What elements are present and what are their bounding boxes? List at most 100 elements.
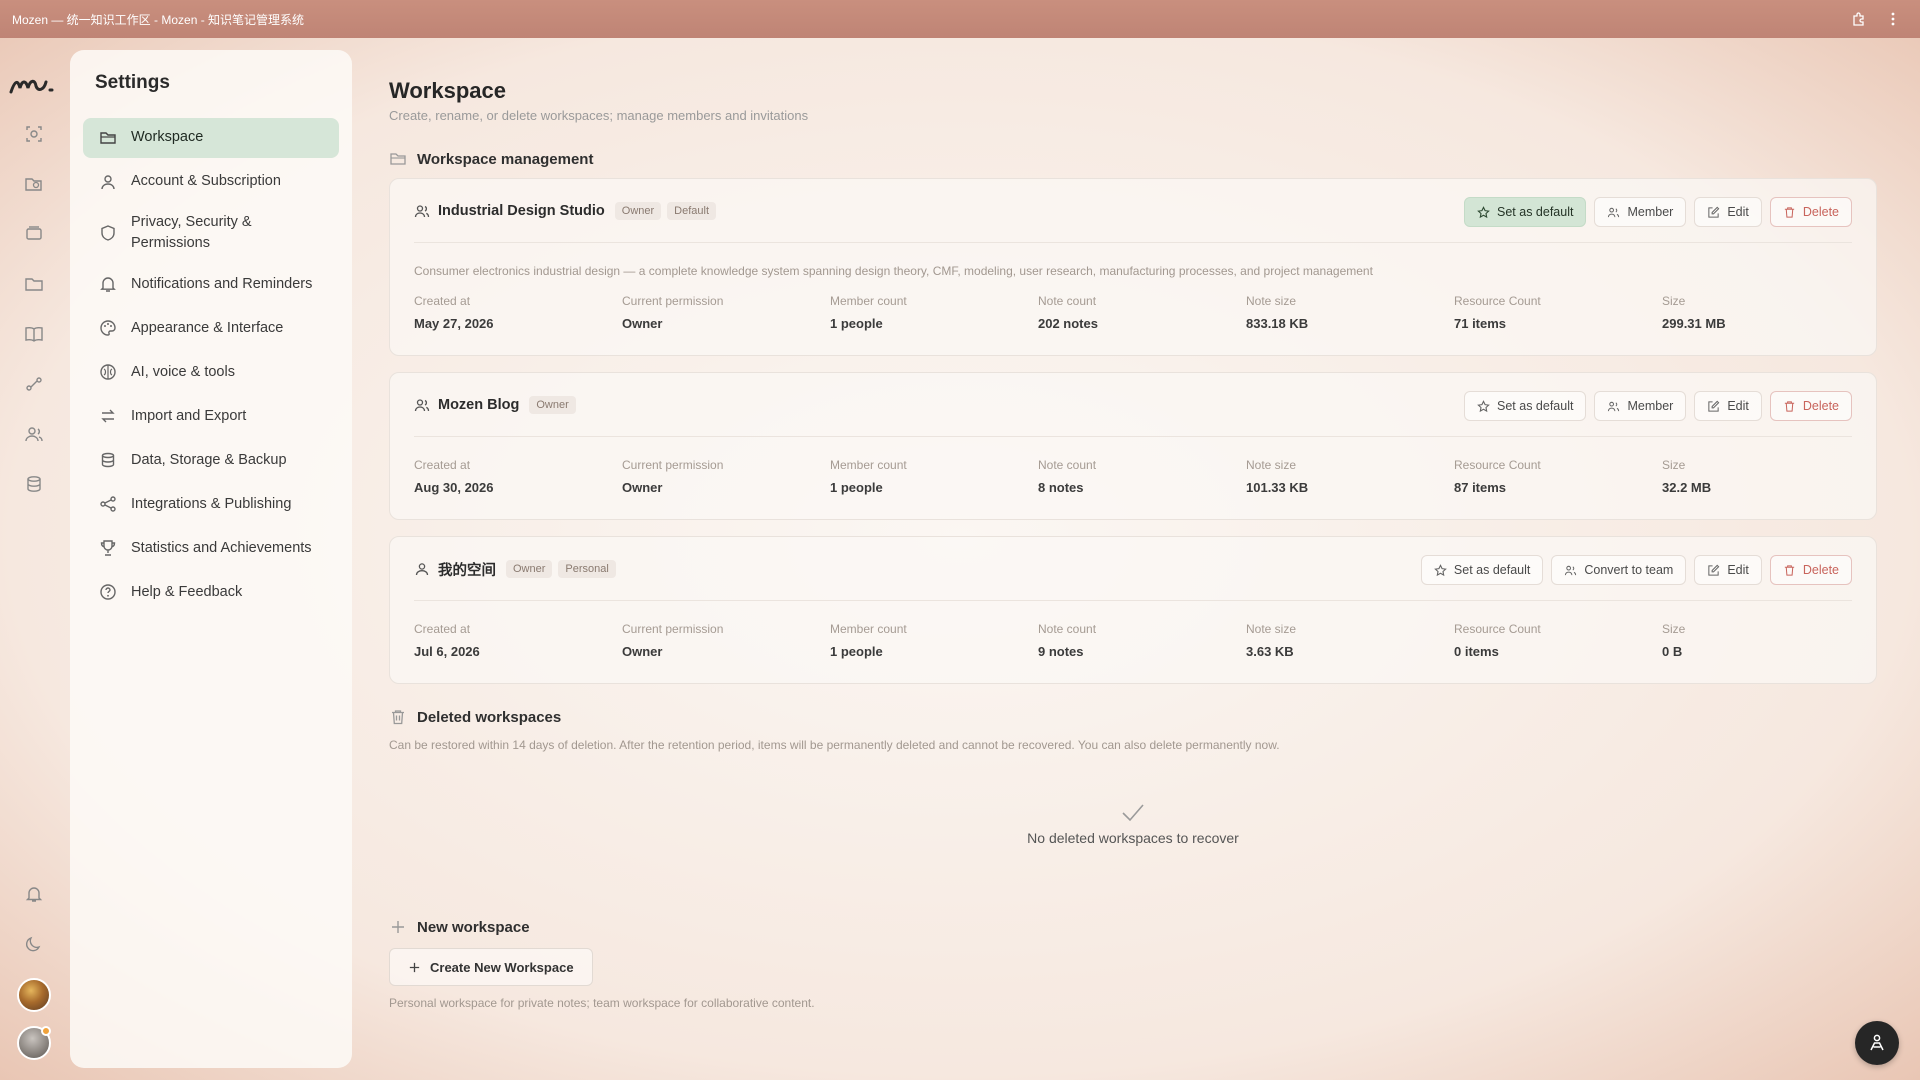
stat-label: Member count bbox=[830, 622, 907, 636]
create-workspace-button[interactable]: Create New Workspace bbox=[389, 948, 593, 986]
menu-item-account[interactable]: Account & Subscription bbox=[83, 162, 339, 202]
stat-label: Note count bbox=[1038, 622, 1097, 636]
stat-value: Jul 6, 2026 bbox=[414, 644, 480, 659]
workspace-avatar[interactable] bbox=[17, 978, 51, 1012]
stat-created: Created at May 27, 2026 bbox=[414, 294, 622, 331]
palette-icon bbox=[99, 319, 117, 337]
users-icon bbox=[1608, 401, 1620, 411]
stat-size: Size 0 B bbox=[1662, 622, 1870, 659]
section-title: Deleted workspaces bbox=[417, 708, 562, 726]
card-divider bbox=[414, 242, 1852, 243]
database-icon bbox=[99, 451, 117, 469]
default-badge: Default bbox=[667, 202, 717, 220]
stat-label: Resource Count bbox=[1454, 458, 1541, 472]
trophy-icon bbox=[99, 539, 117, 557]
users-icon bbox=[1565, 565, 1577, 575]
folder-icon bbox=[99, 129, 117, 147]
workspace-card-header: 我的空间 Owner Personal bbox=[414, 557, 622, 581]
menu-item-integrations[interactable]: Integrations & Publishing bbox=[83, 484, 339, 524]
stat-label: Created at bbox=[414, 622, 471, 636]
menu-item-import-export[interactable]: Import and Export bbox=[83, 396, 339, 436]
workspace-name: Mozen Blog bbox=[438, 397, 520, 413]
set-default-button[interactable]: Set as default bbox=[1464, 197, 1587, 227]
window-titlebar: Mozen — 统一知识工作区 - Mozen - 知识笔记管理系统 bbox=[0, 0, 1920, 38]
section-title: New workspace bbox=[417, 918, 530, 936]
mozen-logo[interactable] bbox=[6, 68, 62, 104]
button-label: Create New Workspace bbox=[430, 959, 574, 975]
stat-label: Current permission bbox=[622, 458, 724, 472]
edit-button[interactable]: Edit bbox=[1694, 391, 1762, 421]
status-dot bbox=[41, 1026, 51, 1036]
edit-button[interactable]: Edit bbox=[1694, 555, 1762, 585]
star-icon bbox=[1434, 563, 1447, 576]
assistant-button[interactable] bbox=[1855, 1021, 1899, 1065]
menu-label: Integrations & Publishing bbox=[131, 495, 292, 512]
button-label: Delete bbox=[1802, 399, 1839, 413]
delete-button[interactable]: Delete bbox=[1769, 197, 1852, 227]
search-folder-icon[interactable] bbox=[14, 164, 54, 204]
database-icon[interactable] bbox=[14, 464, 54, 504]
stat-created: Created at Jul 6, 2026 bbox=[414, 622, 622, 659]
menu-item-ai[interactable]: AI, voice & tools bbox=[83, 352, 339, 392]
deleted-retention-note: Can be restored within 14 days of deleti… bbox=[389, 738, 1280, 752]
set-default-button[interactable]: Set as default bbox=[1464, 391, 1587, 421]
menu-label: Appearance & Interface bbox=[131, 319, 284, 336]
stat-value: Owner bbox=[622, 480, 663, 495]
menu-item-statistics[interactable]: Statistics and Achievements bbox=[83, 528, 339, 568]
menu-item-appearance[interactable]: Appearance & Interface bbox=[83, 308, 339, 348]
user-avatar[interactable] bbox=[17, 1026, 51, 1060]
workspace-card: Industrial Design Studio Owner Default S… bbox=[389, 178, 1877, 356]
moon-icon[interactable] bbox=[14, 924, 54, 964]
delete-button[interactable]: Delete bbox=[1769, 555, 1852, 585]
folder-icon[interactable] bbox=[14, 264, 54, 304]
page-subtitle: Create, rename, or delete workspaces; ma… bbox=[389, 108, 809, 123]
personal-badge: Personal bbox=[558, 560, 616, 578]
stat-label: Note count bbox=[1038, 294, 1097, 308]
stat-value: 101.33 KB bbox=[1246, 480, 1309, 495]
stat-label: Size bbox=[1662, 622, 1686, 636]
deleted-workspaces-heading: Deleted workspaces bbox=[389, 708, 561, 726]
member-button[interactable]: Member bbox=[1594, 197, 1687, 227]
menu-item-data[interactable]: Data, Storage & Backup bbox=[83, 440, 339, 480]
stat-label: Current permission bbox=[622, 294, 724, 308]
menu-item-notifications[interactable]: Notifications and Reminders bbox=[83, 264, 339, 304]
main-content: Workspace Create, rename, or delete work… bbox=[356, 38, 1906, 1078]
focus-icon[interactable] bbox=[14, 114, 54, 154]
stat-value: 3.63 KB bbox=[1246, 644, 1294, 659]
check-icon bbox=[389, 802, 1877, 824]
edit-button[interactable]: Edit bbox=[1694, 197, 1762, 227]
owner-badge: Owner bbox=[529, 396, 576, 414]
stat-value: 87 items bbox=[1454, 480, 1507, 495]
stat-value: 71 items bbox=[1454, 316, 1507, 331]
stat-value: 1 people bbox=[830, 316, 883, 331]
layers-icon[interactable] bbox=[14, 214, 54, 254]
stat-members: Member count 1 people bbox=[830, 622, 1038, 659]
book-icon[interactable] bbox=[14, 314, 54, 354]
stat-note-size: Note size 101.33 KB bbox=[1246, 458, 1454, 495]
users-icon[interactable] bbox=[14, 414, 54, 454]
stat-note-size: Note size 833.18 KB bbox=[1246, 294, 1454, 331]
button-label: Convert to team bbox=[1584, 563, 1674, 577]
convert-to-team-button[interactable]: Convert to team bbox=[1551, 555, 1687, 585]
bell-icon[interactable] bbox=[14, 874, 54, 914]
new-workspace-note: Personal workspace for private notes; te… bbox=[389, 996, 815, 1010]
menu-item-workspace[interactable]: Workspace bbox=[83, 118, 339, 158]
menu-item-privacy[interactable]: Privacy, Security & Permissions bbox=[83, 206, 339, 260]
stat-label: Note count bbox=[1038, 458, 1097, 472]
set-default-button[interactable]: Set as default bbox=[1420, 555, 1544, 585]
user-icon bbox=[414, 561, 430, 577]
extension-icon[interactable] bbox=[1844, 4, 1874, 34]
delete-button[interactable]: Delete bbox=[1769, 391, 1852, 421]
member-button[interactable]: Member bbox=[1594, 391, 1687, 421]
more-vertical-icon[interactable] bbox=[1878, 4, 1908, 34]
stat-value: Owner bbox=[622, 316, 663, 331]
bell-icon bbox=[99, 275, 117, 293]
stat-notes: Note count 202 notes bbox=[1038, 294, 1246, 331]
edit-icon bbox=[1708, 206, 1720, 218]
workspace-name: Industrial Design Studio bbox=[438, 203, 605, 219]
graph-icon[interactable] bbox=[14, 364, 54, 404]
settings-menu: Workspace Account & Subscription Privacy… bbox=[83, 118, 339, 616]
button-label: Delete bbox=[1802, 563, 1839, 577]
menu-item-help[interactable]: Help & Feedback bbox=[83, 572, 339, 612]
stat-label: Note size bbox=[1246, 458, 1297, 472]
